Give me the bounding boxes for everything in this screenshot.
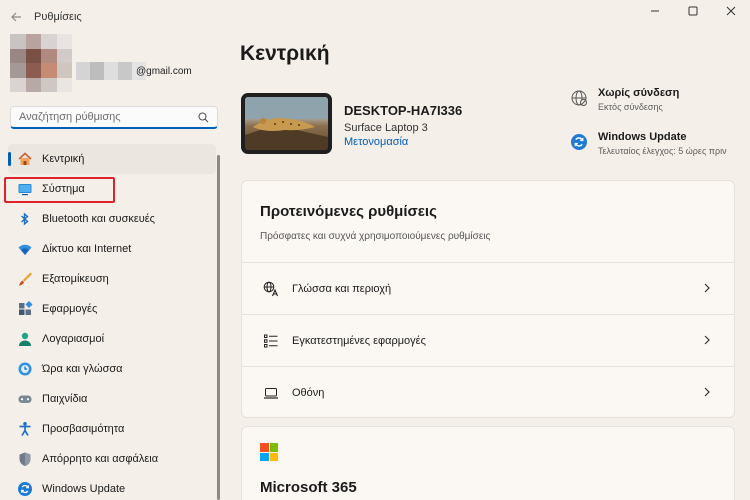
- email-domain: @gmail.com: [136, 66, 192, 77]
- update-status-title: Windows Update: [598, 131, 687, 143]
- title-bar: Ρυθμίσεις: [0, 0, 750, 34]
- sidebar-scrollbar[interactable]: [217, 155, 220, 500]
- user-profile[interactable]: @gmail.com: [10, 34, 220, 92]
- sidebar-item-apps[interactable]: Εφαρμογές: [8, 294, 216, 324]
- connection-status-subtitle: Εκτός σύνδεσης: [598, 102, 663, 112]
- maximize-button[interactable]: [674, 0, 712, 22]
- sidebar-item-accessibility[interactable]: Προσβασιμότητα: [8, 414, 216, 444]
- chevron-right-icon: [704, 283, 710, 293]
- wallpaper-image: [245, 97, 328, 150]
- recommended-settings-card: Προτεινόμενες ρυθμίσεις Πρόσφατες και συ…: [241, 180, 735, 418]
- page-title: Κεντρική: [240, 42, 330, 65]
- sidebar-item-network[interactable]: Δίκτυο και Internet: [8, 234, 216, 264]
- recommended-row-label: Γλώσσα και περιοχή: [292, 282, 392, 295]
- app-title: Ρυθμίσεις: [34, 11, 82, 23]
- microsoft-365-title: Microsoft 365: [260, 479, 357, 496]
- back-arrow-icon: [11, 12, 21, 22]
- sidebar-item-label: Windows Update: [42, 483, 126, 495]
- sidebar-item-accounts[interactable]: Λογαριασμοί: [8, 324, 216, 354]
- device-model: Surface Laptop 3: [344, 122, 428, 134]
- sidebar-item-privacy[interactable]: Απόρρητο και ασφάλεια: [8, 444, 216, 474]
- minimize-icon: [651, 10, 659, 12]
- recommended-row-display[interactable]: Οθόνη: [242, 366, 734, 418]
- connection-status-title: Χωρίς σύνδεση: [598, 87, 680, 99]
- sidebar-item-label: Ώρα και γλώσσα: [42, 363, 123, 375]
- sidebar-item-time-language[interactable]: Ώρα και γλώσσα: [8, 354, 216, 384]
- brush-icon: [16, 270, 34, 288]
- device-name: DESKTOP-HA7I336: [344, 103, 463, 118]
- sidebar-item-label: Παιχνίδια: [42, 393, 88, 405]
- microsoft-logo-icon: [260, 443, 278, 461]
- recommended-row-label: Οθόνη: [292, 386, 325, 399]
- settings-search[interactable]: [10, 106, 218, 129]
- chevron-right-icon: [704, 335, 710, 345]
- language-icon: [262, 280, 280, 298]
- recommended-title: Προτεινόμενες ρυθμίσεις: [260, 203, 437, 220]
- search-input[interactable]: [19, 111, 198, 123]
- sidebar-item-label: Κεντρική: [42, 153, 85, 165]
- person-icon: [16, 330, 34, 348]
- sidebar-item-gaming[interactable]: Παιχνίδια: [8, 384, 216, 414]
- globe-icon: [571, 90, 587, 106]
- update-icon: [571, 134, 587, 150]
- sidebar-item-label: Δίκτυο και Internet: [42, 243, 132, 255]
- clock-globe-icon: [16, 360, 34, 378]
- sidebar-item-home[interactable]: Κεντρική: [8, 144, 216, 174]
- avatar: [10, 34, 72, 92]
- home-icon: [16, 150, 34, 168]
- recommended-row-language-region[interactable]: Γλώσσα και περιοχή: [242, 262, 734, 314]
- chevron-right-icon: [704, 387, 710, 397]
- laptop-icon: [262, 384, 280, 402]
- system-highlight-annotation: [4, 177, 115, 203]
- sidebar-item-windows-update[interactable]: Windows Update: [8, 474, 216, 500]
- sidebar-item-label: Λογαριασμοί: [42, 333, 105, 345]
- sidebar-item-label: Εφαρμογές: [42, 303, 98, 315]
- gamepad-icon: [16, 390, 34, 408]
- microsoft-365-card[interactable]: Microsoft 365: [241, 426, 735, 500]
- close-icon: [726, 6, 736, 16]
- sidebar-item-bluetooth[interactable]: Bluetooth και συσκευές: [8, 204, 216, 234]
- shield-icon: [16, 450, 34, 468]
- search-icon[interactable]: [198, 111, 209, 123]
- rename-link[interactable]: Μετονομασία: [344, 136, 408, 148]
- windows-update-status[interactable]: Windows Update Τελευταίος έλεγχος: 5 ώρε…: [570, 131, 727, 156]
- back-button[interactable]: [2, 0, 30, 34]
- bluetooth-icon: [16, 210, 34, 228]
- device-wallpaper-thumbnail: [241, 93, 332, 154]
- minimize-button[interactable]: [636, 0, 674, 22]
- recommended-row-label: Εγκατεστημένες εφαρμογές: [292, 334, 426, 347]
- close-button[interactable]: [712, 0, 750, 22]
- list-icon: [262, 332, 280, 350]
- sidebar-item-label: Bluetooth και συσκευές: [42, 213, 155, 225]
- recommended-row-installed-apps[interactable]: Εγκατεστημένες εφαρμογές: [242, 314, 734, 366]
- sidebar-item-label: Απόρρητο και ασφάλεια: [42, 453, 159, 465]
- connection-status[interactable]: Χωρίς σύνδεση Εκτός σύνδεσης: [570, 87, 679, 112]
- wifi-icon: [16, 240, 34, 258]
- recommended-subtitle: Πρόσφατες και συχνά χρησιμοποιούμενες ρυ…: [260, 231, 491, 242]
- apps-icon: [16, 300, 34, 318]
- update-status-subtitle: Τελευταίος έλεγχος: 5 ώρες πριν: [598, 146, 727, 156]
- maximize-icon: [688, 6, 698, 16]
- sidebar-item-personalization[interactable]: Εξατομίκευση: [8, 264, 216, 294]
- sidebar-item-label: Εξατομίκευση: [42, 273, 109, 285]
- accessibility-icon: [16, 420, 34, 438]
- sidebar-item-label: Προσβασιμότητα: [42, 423, 125, 435]
- window-controls: [636, 0, 750, 22]
- update-icon: [16, 480, 34, 498]
